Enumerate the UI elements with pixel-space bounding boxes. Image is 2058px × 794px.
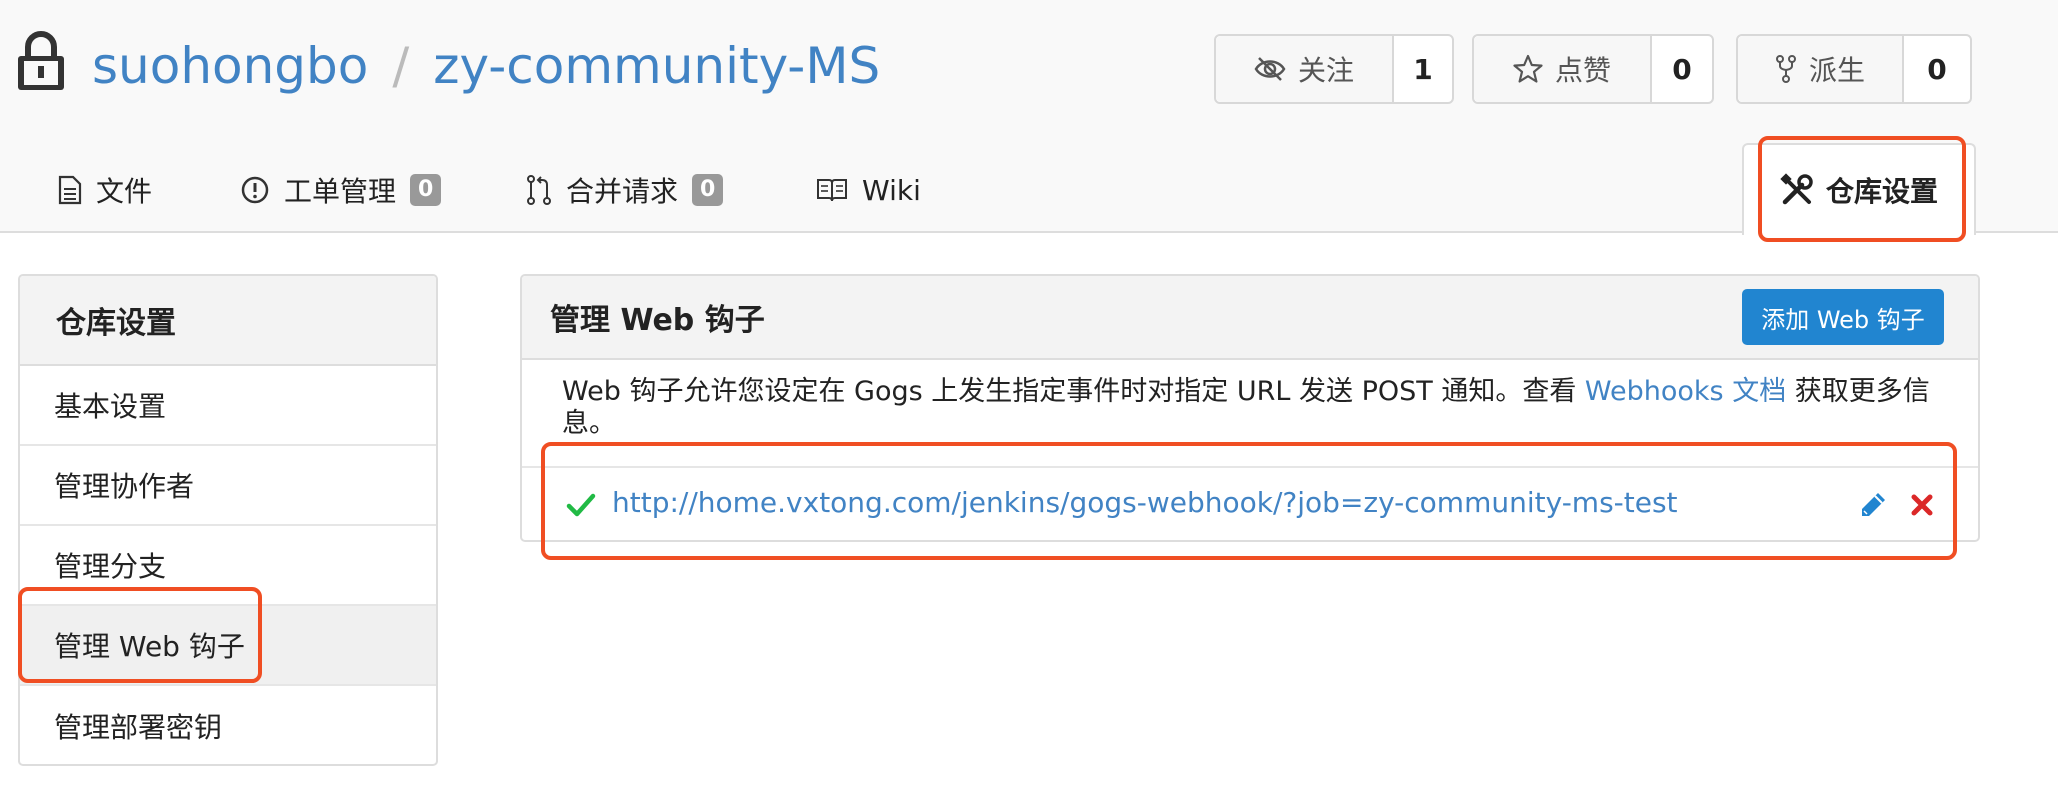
settings-sidebar: 仓库设置 基本设置 管理协作者 管理分支 管理 Web 钩子 管理部署密钥 bbox=[18, 274, 438, 766]
repo-name-link[interactable]: zy-community-MS bbox=[433, 37, 880, 95]
sidebar-item-branches[interactable]: 管理分支 bbox=[20, 526, 436, 606]
book-icon bbox=[817, 179, 847, 202]
add-webhook-button[interactable]: 添加 Web 钩子 bbox=[1742, 289, 1944, 345]
fork-label: 派生 bbox=[1808, 54, 1865, 87]
lock-icon bbox=[18, 31, 64, 90]
tab-files-label: 文件 bbox=[96, 175, 153, 208]
webhooks-panel-title: 管理 Web 钩子 bbox=[550, 303, 765, 338]
webhooks-docs-link[interactable]: Webhooks 文档 bbox=[1585, 376, 1786, 407]
watch-button[interactable]: 关注 bbox=[1216, 36, 1394, 102]
tab-issues[interactable]: 工单管理 0 bbox=[240, 165, 442, 215]
star-count[interactable]: 0 bbox=[1652, 36, 1712, 102]
tab-settings-label: 仓库设置 bbox=[1825, 175, 1938, 208]
sidebar-item-deploy-keys[interactable]: 管理部署密钥 bbox=[20, 686, 436, 764]
watch-group: 关注 1 bbox=[1214, 34, 1454, 104]
fork-group: 派生 0 bbox=[1736, 34, 1972, 104]
pull-request-icon bbox=[527, 175, 551, 205]
fork-button[interactable]: 派生 bbox=[1738, 36, 1904, 102]
sidebar-title: 仓库设置 bbox=[20, 276, 436, 366]
fork-icon bbox=[1775, 55, 1796, 83]
sidebar-item-webhooks[interactable]: 管理 Web 钩子 bbox=[20, 606, 436, 686]
sidebar-item-basic-settings[interactable]: 基本设置 bbox=[20, 366, 436, 446]
pulls-count-badge: 0 bbox=[692, 174, 724, 206]
watch-label: 关注 bbox=[1297, 54, 1354, 87]
pencil-icon[interactable] bbox=[1858, 490, 1888, 520]
tab-files[interactable]: 文件 bbox=[58, 165, 152, 215]
eye-slash-icon bbox=[1254, 57, 1286, 81]
webhooks-panel-header: 管理 Web 钩子 添加 Web 钩子 bbox=[522, 276, 1978, 360]
repo-owner-link[interactable]: suohongbo bbox=[92, 37, 368, 95]
issue-icon bbox=[241, 176, 269, 204]
star-group: 点赞 0 bbox=[1472, 34, 1714, 104]
star-label: 点赞 bbox=[1554, 54, 1611, 87]
tab-pull-requests[interactable]: 合并请求 0 bbox=[526, 165, 724, 215]
webhooks-desc-text: Web 钩子允许您设定在 Gogs 上发生指定事件时对指定 URL 发送 POS… bbox=[562, 376, 1585, 407]
star-icon bbox=[1513, 54, 1543, 83]
tools-icon bbox=[1780, 173, 1813, 205]
webhook-list-item: http://home.vxtong.com/jenkins/gogs-webh… bbox=[522, 466, 1978, 540]
delete-icon[interactable] bbox=[1910, 493, 1934, 517]
webhooks-description: Web 钩子允许您设定在 Gogs 上发生指定事件时对指定 URL 发送 POS… bbox=[562, 376, 1952, 440]
fork-count[interactable]: 0 bbox=[1904, 36, 1970, 102]
star-button[interactable]: 点赞 bbox=[1474, 36, 1652, 102]
tab-pulls-label: 合并请求 bbox=[566, 175, 679, 208]
tab-wiki[interactable]: Wiki bbox=[816, 165, 921, 215]
watch-count[interactable]: 1 bbox=[1394, 36, 1452, 102]
tab-issues-label: 工单管理 bbox=[284, 175, 397, 208]
tab-settings[interactable]: 仓库设置 bbox=[1742, 143, 1976, 235]
tab-wiki-label: Wiki bbox=[862, 173, 921, 207]
issues-count-badge: 0 bbox=[410, 174, 442, 206]
repo-separator: / bbox=[392, 37, 410, 95]
webhook-url-link[interactable]: http://home.vxtong.com/jenkins/gogs-webh… bbox=[612, 486, 1678, 519]
check-icon bbox=[566, 493, 596, 517]
webhooks-panel: 管理 Web 钩子 添加 Web 钩子 Web 钩子允许您设定在 Gogs 上发… bbox=[520, 274, 1980, 542]
file-icon bbox=[58, 175, 82, 205]
repo-title: suohongbo / zy-community-MS bbox=[92, 34, 880, 98]
sidebar-item-collaborators[interactable]: 管理协作者 bbox=[20, 446, 436, 526]
